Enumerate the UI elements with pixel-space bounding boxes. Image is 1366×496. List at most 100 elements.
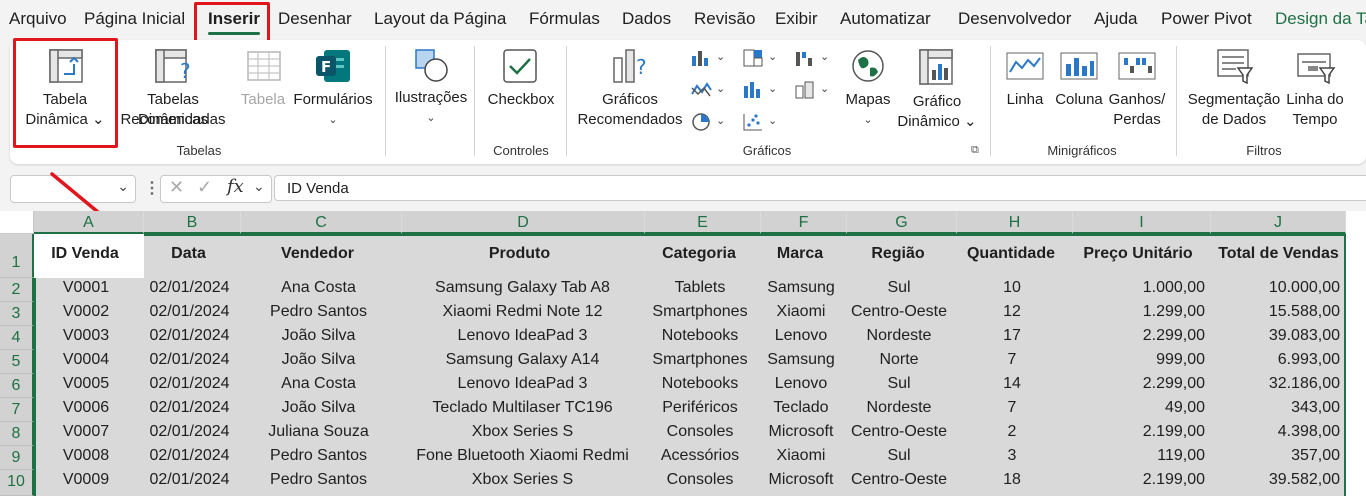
sparkline-winloss-button[interactable]: Ganhos/ Perdas [1106, 48, 1168, 138]
fx-chevron-down-icon[interactable]: ⌄ [253, 178, 265, 195]
header-cell[interactable]: Data [144, 245, 233, 263]
table-cell[interactable]: 3 [957, 447, 1067, 465]
table-cell[interactable]: 2 [957, 423, 1067, 441]
table-cell[interactable]: Xiaomi [761, 447, 841, 465]
table-cell[interactable]: João Silva [241, 351, 396, 369]
scatter-chart-chevron-down-icon[interactable]: ⌄ [768, 114, 777, 127]
column-header-i[interactable]: I [1073, 211, 1211, 234]
scatter-chart-icon[interactable] [742, 112, 764, 132]
header-cell[interactable]: ID Venda [34, 245, 136, 263]
table-cell[interactable]: 02/01/2024 [144, 399, 235, 417]
waterfall-chart-chevron-down-icon[interactable]: ⌄ [820, 50, 829, 63]
table-cell[interactable]: Smartphones [645, 351, 755, 369]
enter-icon[interactable]: ✓ [197, 177, 212, 198]
column-header-e[interactable]: E [645, 211, 761, 234]
tab-desenhar[interactable]: Desenhar [278, 9, 352, 29]
table-cell[interactable]: 02/01/2024 [144, 375, 235, 393]
column-chart-chevron-down-icon[interactable]: ⌄ [716, 50, 725, 63]
table-cell[interactable]: Ana Costa [241, 375, 396, 393]
hierarchy-chart-icon[interactable] [742, 48, 764, 68]
illustrations-button[interactable]: Ilustrações ⌄ [392, 46, 470, 136]
slicer-button[interactable]: Segmentação de Dados [1184, 48, 1284, 138]
row-header-9[interactable]: 9 [0, 446, 34, 470]
table-cell[interactable]: 10.000,00 [1211, 279, 1340, 297]
timeline-button[interactable]: Linha do Tempo [1284, 48, 1346, 138]
formula-input[interactable]: ID Venda [274, 175, 1366, 201]
table-cell[interactable]: 32.186,00 [1211, 375, 1340, 393]
table-cell[interactable]: Pedro Santos [241, 471, 396, 489]
table-cell[interactable]: Smartphones [645, 303, 755, 321]
table-cell[interactable]: 343,00 [1211, 399, 1340, 417]
table-cell[interactable]: 15.588,00 [1211, 303, 1340, 321]
table-cell[interactable]: 02/01/2024 [144, 303, 235, 321]
table-cell[interactable]: Lenovo [761, 375, 841, 393]
table-cell[interactable]: Pedro Santos [241, 447, 396, 465]
table-cell[interactable]: Xiaomi Redmi Note 12 [404, 303, 641, 321]
table-cell[interactable]: Xbox Series S [404, 423, 641, 441]
table-cell[interactable]: Sul [847, 279, 951, 297]
table-cell[interactable]: 02/01/2024 [144, 447, 235, 465]
table-cell[interactable]: Microsoft [761, 471, 841, 489]
table-cell[interactable]: Lenovo [761, 327, 841, 345]
insert-function-icon[interactable]: fx [227, 176, 244, 197]
table-cell[interactable]: Consoles [645, 423, 755, 441]
header-cell[interactable]: Total de Vendas [1215, 245, 1342, 263]
combo-chart-chevron-down-icon[interactable]: ⌄ [820, 82, 829, 95]
column-header-b[interactable]: B [144, 211, 241, 234]
tab-ajuda[interactable]: Ajuda [1094, 9, 1137, 29]
column-header-g[interactable]: G [847, 211, 957, 234]
combo-chart-icon[interactable] [794, 80, 816, 100]
table-cell[interactable]: V0005 [34, 375, 138, 393]
table-cell[interactable]: 10 [957, 279, 1067, 297]
row-header-5[interactable]: 5 [0, 350, 34, 374]
statistic-chart-chevron-down-icon[interactable]: ⌄ [768, 82, 777, 95]
table-cell[interactable]: V0007 [34, 423, 138, 441]
tab-layout-da-pagina[interactable]: Layout da Página [374, 9, 506, 29]
column-chart-icon[interactable] [690, 48, 712, 68]
table-cell[interactable]: 2.199,00 [1073, 423, 1205, 441]
row-header-8[interactable]: 8 [0, 422, 34, 446]
tab-exibir[interactable]: Exibir [775, 9, 818, 29]
table-cell[interactable]: Samsung [761, 279, 841, 297]
table-cell[interactable]: João Silva [241, 399, 396, 417]
table-cell[interactable]: João Silva [241, 327, 396, 345]
table-cell[interactable]: V0004 [34, 351, 138, 369]
table-cell[interactable]: Centro-Oeste [847, 303, 951, 321]
select-all-corner[interactable] [0, 211, 34, 234]
row-header-1[interactable]: 1 [0, 234, 34, 278]
table-cell[interactable]: Teclado [761, 399, 841, 417]
table-cell[interactable]: Lenovo IdeaPad 3 [404, 327, 641, 345]
table-cell[interactable]: Centro-Oeste [847, 471, 951, 489]
table-button[interactable]: Tabela [238, 48, 288, 138]
row-header-4[interactable]: 4 [0, 326, 34, 350]
header-cell[interactable]: Categoria [645, 245, 753, 263]
table-cell[interactable]: Samsung Galaxy Tab A8 [404, 279, 641, 297]
table-cell[interactable]: 17 [957, 327, 1067, 345]
table-cell[interactable]: 18 [957, 471, 1067, 489]
column-header-d[interactable]: D [402, 211, 645, 234]
table-cell[interactable]: Nordeste [847, 327, 951, 345]
table-cell[interactable]: V0006 [34, 399, 138, 417]
table-cell[interactable]: 14 [957, 375, 1067, 393]
tab-power-pivot[interactable]: Power Pivot [1161, 9, 1252, 29]
column-header-c[interactable]: C [241, 211, 402, 234]
table-cell[interactable]: Notebooks [645, 327, 755, 345]
tab-pagina-inicial[interactable]: Página Inicial [84, 9, 185, 29]
sparkline-line-button[interactable]: Linha [1002, 48, 1048, 138]
line-chart-icon[interactable] [690, 80, 712, 100]
hierarchy-chart-chevron-down-icon[interactable]: ⌄ [768, 50, 777, 63]
tab-dados[interactable]: Dados [622, 9, 671, 29]
table-cell[interactable]: Sul [847, 447, 951, 465]
checkbox-button[interactable]: Checkbox [482, 48, 560, 138]
column-header-a[interactable]: A [34, 211, 144, 234]
header-cell[interactable]: Vendedor [241, 245, 394, 263]
tab-inserir[interactable]: Inserir [208, 9, 260, 35]
table-cell[interactable]: Samsung Galaxy A14 [404, 351, 641, 369]
table-cell[interactable]: 02/01/2024 [144, 423, 235, 441]
statistic-chart-icon[interactable] [742, 80, 764, 100]
table-cell[interactable]: V0009 [34, 471, 138, 489]
table-cell[interactable]: Centro-Oeste [847, 423, 951, 441]
column-header-j[interactable]: J [1211, 211, 1346, 234]
table-cell[interactable]: 357,00 [1211, 447, 1340, 465]
row-header-7[interactable]: 7 [0, 398, 34, 422]
